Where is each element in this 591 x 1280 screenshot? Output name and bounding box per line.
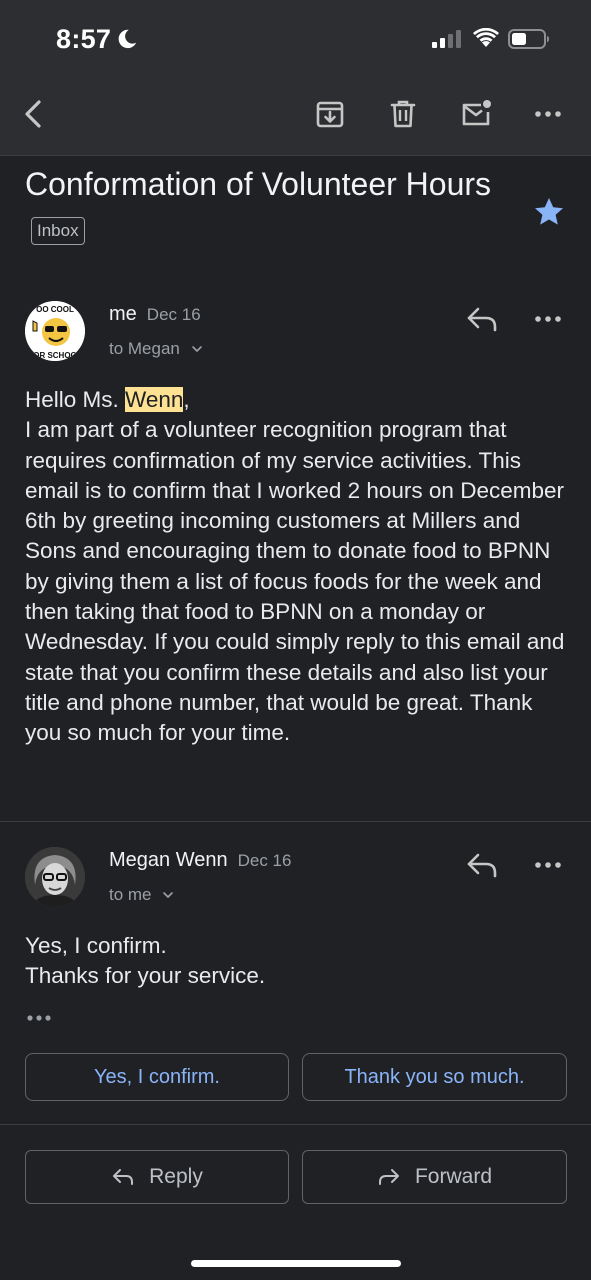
reply-icon (113, 1169, 134, 1185)
message-body-text: I am part of a volunteer recognition pro… (25, 417, 571, 746)
greeting-prefix: Hello Ms. (25, 387, 126, 412)
smart-reply-button[interactable]: Thank you so much. (302, 1053, 567, 1101)
recipients-text: to me (109, 885, 152, 904)
forward-button[interactable]: Forward (302, 1150, 567, 1204)
battery-icon (508, 29, 549, 49)
message-more-icon[interactable] (530, 309, 566, 329)
smart-reply-button[interactable]: Yes, I confirm. (25, 1053, 289, 1101)
wifi-icon (473, 28, 499, 47)
avatar[interactable]: OO COOL OR SCHOO (25, 301, 85, 361)
more-options-button[interactable] (530, 96, 566, 132)
message-body-text: Yes, I confirm. Thanks for your service. (25, 933, 266, 989)
sender-name: me (109, 303, 137, 325)
email-toolbar (0, 80, 591, 156)
delete-button[interactable] (385, 96, 421, 132)
message-body: Hello Ms. Wenn, I am part of a volunteer… (25, 385, 570, 749)
trash-icon (390, 100, 416, 128)
avatar[interactable] (25, 847, 85, 907)
more-icon (535, 111, 561, 117)
avatar-text-bottom: OR SCHOO (33, 351, 77, 360)
forward-label: Forward (414, 1165, 493, 1188)
mark-unread-icon (462, 100, 491, 126)
show-trimmed-content-icon[interactable] (25, 1010, 55, 1026)
sender-name: Megan Wenn (109, 849, 228, 871)
email-subject: Conformation of Volunteer Hours Inbox (25, 160, 505, 256)
reply-icon[interactable] (464, 850, 500, 880)
avatar-text-top: OO COOL (36, 305, 74, 314)
actions-divider (0, 1124, 591, 1125)
recipients-text: to Megan (109, 339, 180, 358)
reply-icon[interactable] (464, 304, 500, 334)
sender-line: me Dec 16 (109, 303, 201, 326)
archive-button[interactable] (312, 96, 348, 132)
back-button[interactable] (16, 96, 52, 132)
back-arrow-icon (25, 100, 41, 128)
status-bar: 8:57 (0, 0, 591, 80)
reply-label: Reply (149, 1165, 203, 1188)
forward-icon (378, 1169, 399, 1185)
mark-unread-button[interactable] (458, 96, 494, 132)
moon-icon (118, 29, 137, 49)
chevron-down-icon (191, 346, 202, 352)
subject-text: Conformation of Volunteer Hours (25, 166, 492, 202)
recipients-toggle[interactable]: to me (109, 885, 174, 905)
reply-button[interactable]: Reply (25, 1150, 289, 1204)
chevron-down-icon (163, 892, 174, 898)
archive-icon (316, 101, 344, 128)
sender-line: Megan Wenn Dec 16 (109, 849, 291, 872)
star-icon[interactable] (533, 196, 565, 228)
recipients-toggle[interactable]: to Megan (109, 339, 203, 359)
search-highlight: Wenn (125, 387, 184, 412)
home-indicator[interactable] (191, 1260, 401, 1267)
message-divider (0, 821, 591, 822)
message-more-icon[interactable] (530, 855, 566, 875)
sticker-avatar-image: OO COOL OR SCHOO (25, 301, 85, 361)
inbox-label-chip[interactable]: Inbox (31, 217, 85, 245)
message-date: Dec 16 (237, 851, 292, 870)
message-date: Dec 16 (146, 305, 201, 324)
signal-icon (432, 30, 461, 48)
greeting-suffix: , (183, 387, 190, 412)
status-time: 8:57 (56, 24, 112, 54)
profile-photo (25, 847, 85, 907)
